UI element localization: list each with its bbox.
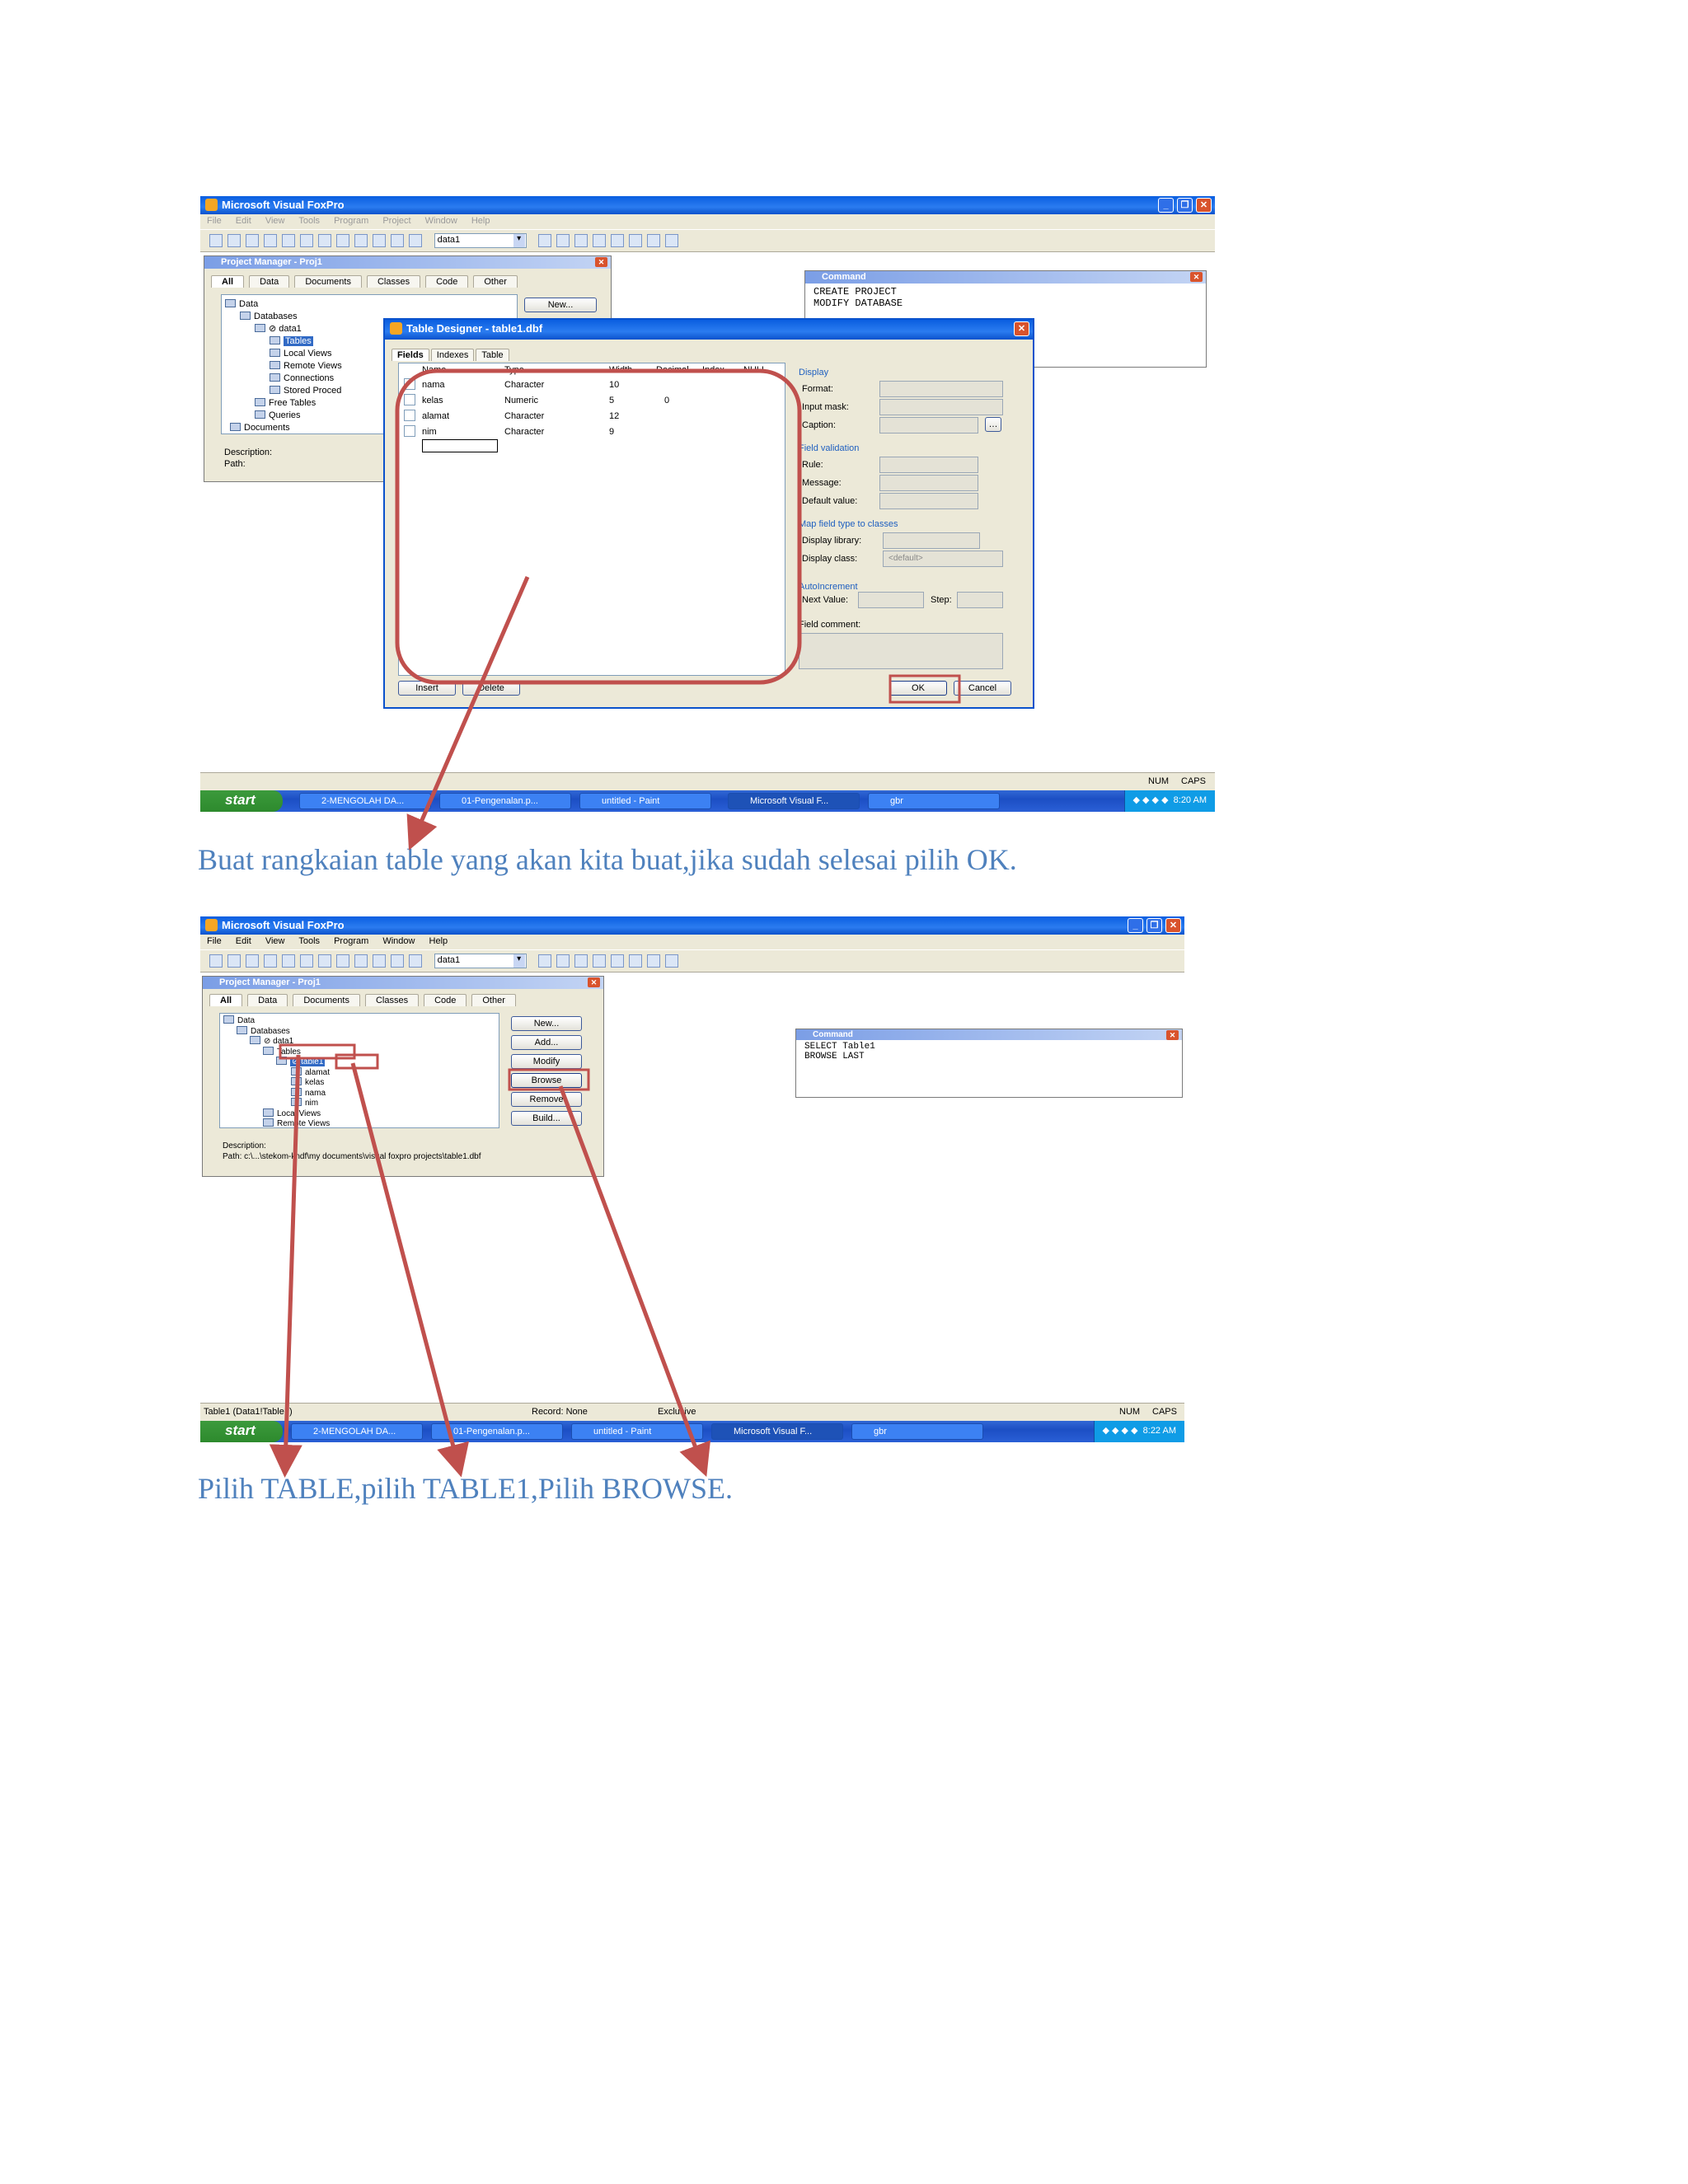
annotation-arrow bbox=[406, 576, 530, 851]
highlight-browse-button bbox=[508, 1068, 590, 1091]
annotation-overlay bbox=[269, 368, 961, 1478]
highlight-table1-node bbox=[335, 1053, 379, 1070]
annotation-arrow bbox=[269, 1054, 302, 1478]
annotation-arrow bbox=[350, 1062, 470, 1478]
highlight-fields-grid bbox=[395, 368, 802, 685]
highlight-tables-node bbox=[279, 1043, 356, 1060]
highlight-ok-button bbox=[889, 674, 961, 704]
annotation-arrow bbox=[558, 1085, 710, 1478]
